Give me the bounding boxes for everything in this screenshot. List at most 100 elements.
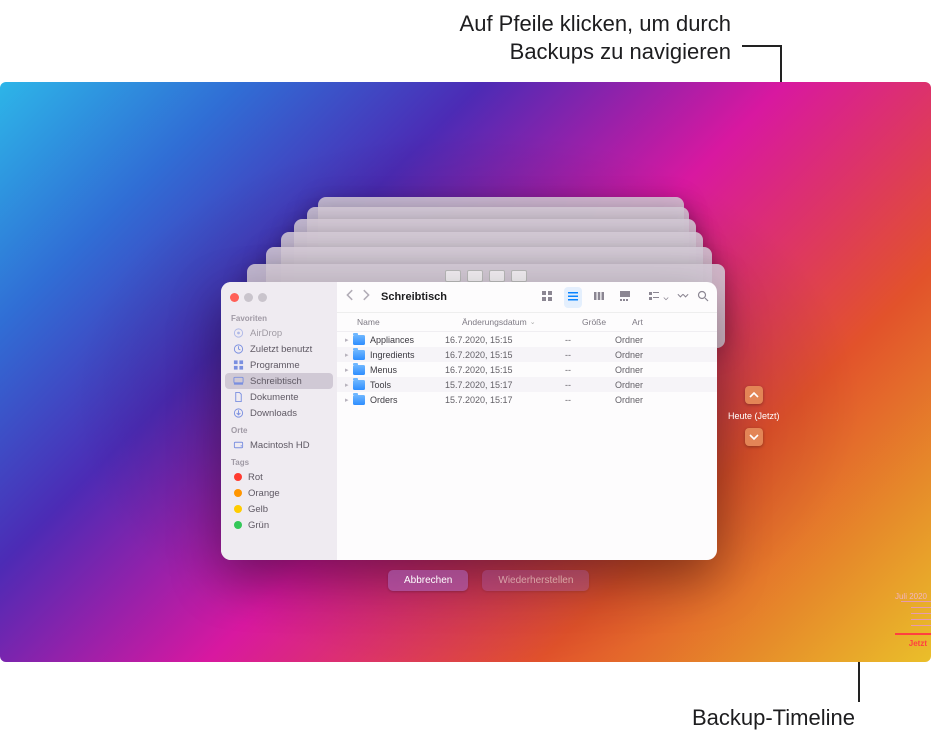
file-name: Menus [370, 365, 397, 375]
file-date: 16.7.2020, 15:15 [445, 365, 565, 375]
folder-icon [353, 365, 365, 375]
desktop-icon [233, 376, 244, 387]
nav-older-backup-button[interactable] [745, 386, 763, 404]
column-name[interactable]: Name [357, 317, 462, 327]
sidebar-tag-gelb[interactable]: Gelb [225, 501, 333, 517]
sidebar-item-dokumente[interactable]: Dokumente [225, 389, 333, 405]
file-name: Ingredients [370, 350, 415, 360]
sidebar-item-label: Zuletzt benutzt [250, 344, 312, 355]
sidebar-item-label: Rot [248, 472, 263, 483]
sidebar-item-airdrop[interactable]: AirDrop [225, 325, 333, 341]
backup-timeline[interactable]: Juli 2020 Jetzt [867, 592, 931, 648]
file-kind: Ordner [615, 380, 707, 390]
close-button[interactable] [230, 293, 239, 302]
tag-color-dot [234, 489, 242, 497]
file-kind: Ordner [615, 395, 707, 405]
sidebar-item-macintosh-hd[interactable]: Macintosh HD [225, 437, 333, 453]
folder-icon [353, 350, 365, 360]
view-icons-button[interactable] [538, 287, 556, 308]
disclosure-triangle-icon[interactable]: ▸ [345, 366, 353, 374]
file-name: Orders [370, 395, 398, 405]
sidebar-item-label: Programme [250, 360, 300, 371]
sidebar-item-label: Dokumente [250, 392, 299, 403]
sidebar-section-locations: Orte [221, 421, 337, 437]
sidebar-section-favorites: Favoriten [221, 309, 337, 325]
table-row[interactable]: ▸ Appliances 16.7.2020, 15:15 -- Ordner [337, 332, 717, 347]
column-date-label: Änderungsdatum [462, 317, 527, 327]
cancel-button[interactable]: Abbrechen [388, 570, 468, 591]
file-list: ▸ Appliances 16.7.2020, 15:15 -- Ordner … [337, 332, 717, 560]
file-name: Appliances [370, 335, 414, 345]
file-size: -- [565, 335, 615, 345]
doc-icon [233, 392, 244, 403]
tag-color-dot [234, 473, 242, 481]
finder-main-panel: Schreibtisch [337, 282, 717, 560]
column-kind[interactable]: Art [632, 317, 707, 327]
table-row[interactable]: ▸ Menus 16.7.2020, 15:15 -- Ordner [337, 362, 717, 377]
view-gallery-button[interactable] [616, 287, 634, 308]
finder-toolbar: Schreibtisch [337, 282, 717, 313]
sidebar-item-label: Gelb [248, 504, 268, 515]
group-by-button[interactable] [648, 290, 669, 305]
sidebar-item-label: Schreibtisch [250, 376, 302, 387]
view-columns-button[interactable] [590, 287, 608, 308]
time-machine-screenshot: Favoriten AirDrop Zuletzt benutzt Progra… [0, 82, 931, 662]
sidebar-tag-grün[interactable]: Grün [225, 517, 333, 533]
file-date: 16.7.2020, 15:15 [445, 350, 565, 360]
sidebar-tag-orange[interactable]: Orange [225, 485, 333, 501]
disclosure-triangle-icon[interactable]: ▸ [345, 396, 353, 404]
file-kind: Ordner [615, 335, 707, 345]
nav-forward-button[interactable] [359, 288, 371, 306]
folder-icon [353, 380, 365, 390]
annotation-top: Auf Pfeile klicken, um durch Backups zu … [311, 10, 731, 65]
sidebar-item-label: Grün [248, 520, 269, 531]
table-row[interactable]: ▸ Orders 15.7.2020, 15:17 -- Ordner [337, 392, 717, 407]
file-name: Tools [370, 380, 391, 390]
file-kind: Ordner [615, 350, 707, 360]
apps-icon [233, 360, 244, 371]
sidebar-item-downloads[interactable]: Downloads [225, 405, 333, 421]
sidebar-tag-rot[interactable]: Rot [225, 469, 333, 485]
sidebar-item-programme[interactable]: Programme [225, 357, 333, 373]
sidebar-item-schreibtisch[interactable]: Schreibtisch [225, 373, 333, 389]
table-row[interactable]: ▸ Ingredients 16.7.2020, 15:15 -- Ordner [337, 347, 717, 362]
backup-current-label: Heute (Jetzt) [728, 411, 780, 421]
disclosure-triangle-icon[interactable]: ▸ [345, 351, 353, 359]
sidebar-item-label: AirDrop [250, 328, 282, 339]
search-button[interactable] [697, 290, 709, 305]
zoom-button[interactable] [258, 293, 267, 302]
window-controls[interactable] [221, 286, 337, 309]
timeline-month-label: Juli 2020 [867, 592, 931, 601]
timeline-now-label: Jetzt [867, 639, 931, 648]
file-date: 15.7.2020, 15:17 [445, 380, 565, 390]
column-size[interactable]: Größe [582, 317, 632, 327]
table-row[interactable]: ▸ Tools 15.7.2020, 15:17 -- Ordner [337, 377, 717, 392]
view-list-button[interactable] [564, 287, 582, 308]
column-date[interactable]: Änderungsdatum ⌄ [462, 317, 582, 327]
finder-window: Favoriten AirDrop Zuletzt benutzt Progra… [221, 282, 717, 560]
toolbar-overflow-button[interactable] [677, 290, 689, 305]
tag-color-dot [234, 505, 242, 513]
disclosure-triangle-icon[interactable]: ▸ [345, 336, 353, 344]
sidebar-item-label: Macintosh HD [250, 440, 310, 451]
file-date: 15.7.2020, 15:17 [445, 395, 565, 405]
file-kind: Ordner [615, 365, 707, 375]
window-title: Schreibtisch [381, 291, 447, 303]
sidebar-item-zuletzt-benutzt[interactable]: Zuletzt benutzt [225, 341, 333, 357]
file-size: -- [565, 395, 615, 405]
sidebar-item-label: Downloads [250, 408, 297, 419]
airdrop-icon [233, 328, 244, 339]
sidebar-item-label: Orange [248, 488, 280, 499]
sort-indicator-icon: ⌄ [530, 318, 536, 326]
nav-back-button[interactable] [345, 288, 357, 306]
file-size: -- [565, 380, 615, 390]
folder-icon [353, 335, 365, 345]
sidebar-section-tags: Tags [221, 453, 337, 469]
column-headers[interactable]: Name Änderungsdatum ⌄ Größe Art [337, 313, 717, 332]
disclosure-triangle-icon[interactable]: ▸ [345, 381, 353, 389]
file-size: -- [565, 365, 615, 375]
restore-button[interactable]: Wiederherstellen [482, 570, 589, 591]
minimize-button[interactable] [244, 293, 253, 302]
nav-newer-backup-button[interactable] [745, 428, 763, 446]
finder-sidebar: Favoriten AirDrop Zuletzt benutzt Progra… [221, 282, 337, 560]
